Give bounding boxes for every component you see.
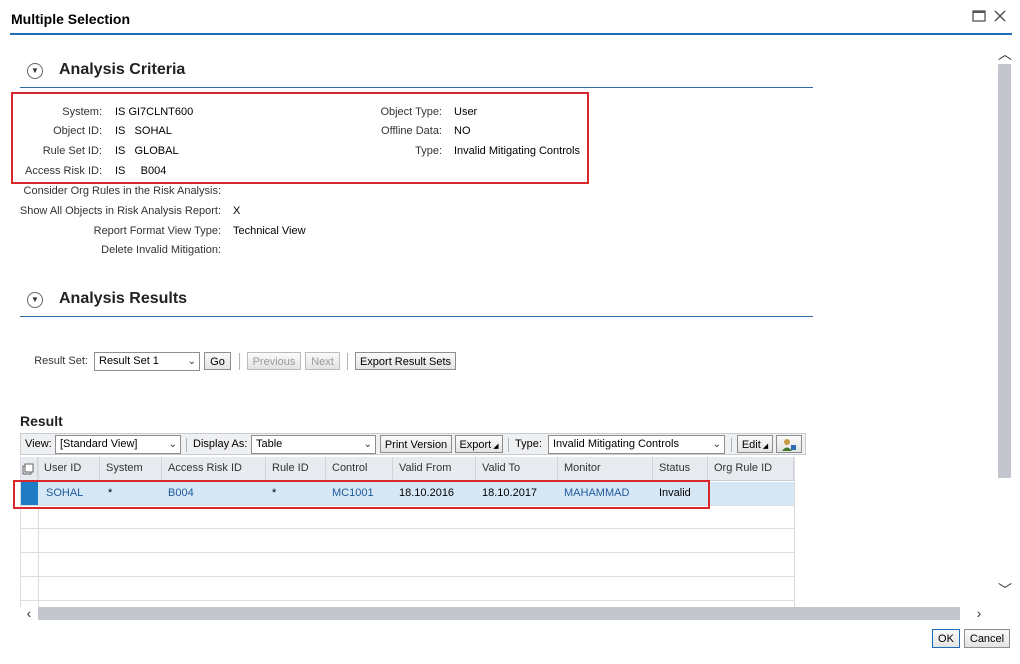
system-value: IS GI7CLNT600 — [115, 106, 194, 118]
column-header-monitor[interactable]: Monitor — [558, 457, 653, 480]
grid-line — [794, 457, 795, 607]
toolbar-separator — [508, 438, 509, 452]
result-set-label: Result Set: — [34, 355, 88, 367]
report-format-value: Technical View — [233, 225, 306, 237]
export-label: Export — [459, 439, 492, 451]
cancel-button[interactable]: Cancel — [964, 629, 1010, 648]
type-label: Type: — [415, 145, 442, 157]
system-label: System: — [62, 106, 102, 118]
display-as-select[interactable]: Table ⌄ — [251, 435, 376, 454]
result-toolbar: View: [Standard View] ⌄ Display As: Tabl… — [20, 433, 806, 455]
column-header-rule-id[interactable]: Rule ID — [266, 457, 326, 480]
dropdown-corner-icon: ◢ — [491, 443, 499, 450]
title-divider — [10, 33, 1012, 35]
object-type-value: User — [454, 106, 478, 118]
previous-button[interactable]: Previous — [247, 352, 301, 370]
button-separator — [347, 353, 348, 370]
close-icon[interactable] — [991, 9, 1009, 27]
print-version-button[interactable]: Print Version — [380, 435, 452, 453]
ok-button[interactable]: OK — [932, 629, 960, 648]
edit-label: Edit — [741, 439, 761, 451]
chevron-down-icon: ⌄ — [168, 439, 177, 450]
toolbar-separator — [731, 438, 732, 452]
result-set-select[interactable]: Result Set 1 ⌄ — [94, 352, 200, 371]
results-section-title: Analysis Results — [59, 290, 188, 307]
table-header: User ID System Access Risk ID Rule ID Co… — [20, 457, 794, 481]
type-value: Invalid Mitigating Controls — [454, 145, 580, 157]
object-id-label: Object ID: — [53, 125, 102, 137]
view-value: [Standard View] — [60, 438, 138, 450]
type-select[interactable]: Invalid Mitigating Controls ⌄ — [548, 435, 725, 454]
grid-line — [20, 576, 794, 577]
collapse-results-icon[interactable]: ▼ — [27, 292, 43, 308]
result-title: Result — [20, 413, 63, 429]
button-separator — [239, 353, 240, 370]
scroll-right-icon[interactable]: › — [972, 605, 986, 621]
column-header-user-id[interactable]: User ID — [38, 457, 100, 480]
dropdown-corner-icon: ◢ — [760, 443, 769, 450]
display-as-label: Display As: — [193, 438, 248, 450]
vertical-scrollbar-thumb[interactable] — [998, 64, 1011, 478]
offline-data-label: Offline Data: — [381, 125, 442, 137]
criteria-divider — [20, 87, 813, 88]
delete-invalid-label: Delete Invalid Mitigation: — [101, 244, 221, 256]
show-all-objects-label: Show All Objects in Risk Analysis Report… — [19, 205, 221, 217]
chevron-down-icon: ⌄ — [187, 356, 196, 367]
offline-data-value: NO — [454, 125, 471, 137]
go-button[interactable]: Go — [204, 352, 231, 370]
scroll-up-icon[interactable]: ︿ — [998, 44, 1012, 64]
show-all-objects-value: X — [233, 205, 241, 217]
report-format-label: Report Format View Type: — [93, 225, 221, 237]
column-header-control[interactable]: Control — [326, 457, 393, 480]
title-bar — [0, 0, 1020, 36]
grid-line — [20, 552, 794, 553]
edit-button[interactable]: Edit ◢ — [737, 435, 773, 453]
toolbar-separator — [186, 438, 187, 452]
object-type-label: Object Type: — [380, 106, 442, 118]
user-settings-button[interactable] — [776, 435, 802, 453]
column-header-org-rule-id[interactable]: Org Rule ID — [708, 457, 794, 480]
collapse-criteria-icon[interactable]: ▼ — [27, 63, 43, 79]
org-rules-label: Consider Org Rules in the Risk Analysis: — [23, 185, 221, 197]
select-all-icon[interactable] — [20, 457, 38, 480]
result-set-value: Result Set 1 — [99, 355, 159, 367]
horizontal-scrollbar-thumb[interactable] — [38, 607, 960, 620]
type-filter-value: Invalid Mitigating Controls — [553, 438, 679, 450]
view-label: View: — [25, 438, 52, 450]
criteria-section-title: Analysis Criteria — [59, 61, 186, 78]
view-select[interactable]: [Standard View] ⌄ — [55, 435, 181, 454]
chevron-down-icon: ⌄ — [712, 439, 721, 450]
grid-line — [20, 528, 794, 529]
column-header-valid-from[interactable]: Valid From — [393, 457, 476, 480]
column-header-status[interactable]: Status — [653, 457, 708, 480]
access-risk-id-label: Access Risk ID: — [24, 165, 102, 177]
access-risk-id-value: IS B004 — [115, 165, 167, 177]
grid-line — [20, 600, 794, 601]
rule-set-id-label: Rule Set ID: — [42, 145, 102, 157]
export-button[interactable]: Export ◢ — [455, 435, 503, 453]
results-divider — [20, 316, 813, 317]
object-id-value: IS SOHAL — [115, 125, 172, 137]
maximize-icon[interactable] — [970, 9, 988, 27]
scroll-left-icon[interactable]: ‹ — [22, 605, 36, 621]
chevron-down-icon: ⌄ — [363, 439, 372, 450]
column-header-system[interactable]: System — [100, 457, 162, 480]
column-header-access-risk-id[interactable]: Access Risk ID — [162, 457, 266, 480]
next-button[interactable]: Next — [305, 352, 340, 370]
display-as-value: Table — [256, 438, 283, 450]
row-highlight-box — [13, 480, 710, 509]
rule-set-id-value: IS GLOBAL — [115, 145, 179, 157]
column-header-valid-to[interactable]: Valid To — [476, 457, 558, 480]
type-filter-label: Type: — [515, 438, 542, 450]
window-title: Multiple Selection — [11, 11, 131, 27]
scroll-down-icon[interactable]: ﹀ — [998, 580, 1012, 600]
user-settings-icon — [782, 439, 796, 451]
export-result-sets-button[interactable]: Export Result Sets — [355, 352, 456, 370]
